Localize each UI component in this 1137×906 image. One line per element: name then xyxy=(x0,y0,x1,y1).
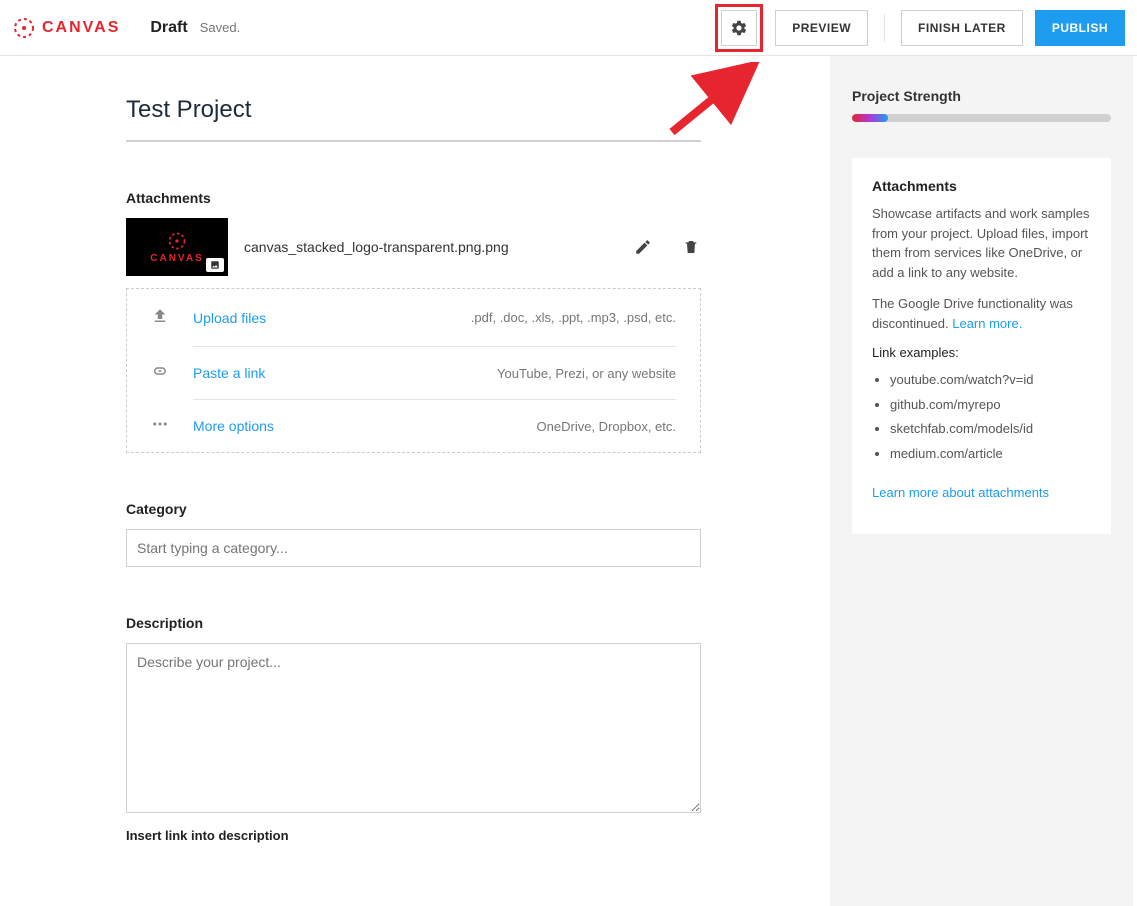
pencil-icon xyxy=(634,238,652,256)
more-options-link[interactable]: More options xyxy=(193,418,274,434)
upload-icon xyxy=(151,307,169,328)
header: CANVAS Draft Saved. PREVIEW FINISH LATER… xyxy=(0,0,1137,56)
learn-more-attachments-link[interactable]: Learn more about attachments xyxy=(872,485,1049,500)
gear-icon xyxy=(730,19,748,37)
trash-icon xyxy=(683,238,699,256)
paste-link-link[interactable]: Paste a link xyxy=(193,365,265,381)
settings-button[interactable] xyxy=(721,10,757,46)
edit-attachment-button[interactable] xyxy=(633,237,653,257)
brand-text: CANVAS xyxy=(42,19,120,37)
divider xyxy=(884,14,885,42)
description-label: Description xyxy=(126,615,830,631)
link-examples-list: youtube.com/watch?v=id github.com/myrepo… xyxy=(872,368,1091,467)
list-item: sketchfab.com/models/id xyxy=(890,417,1091,442)
list-item: github.com/myrepo xyxy=(890,393,1091,418)
insert-link-action[interactable]: Insert link into description xyxy=(126,828,830,843)
header-actions: PREVIEW FINISH LATER PUBLISH xyxy=(715,4,1125,52)
more-options-hint: OneDrive, Dropbox, etc. xyxy=(537,419,676,434)
thumb-brand-text: CANVAS xyxy=(150,253,203,264)
strength-fill xyxy=(852,114,888,122)
description-field[interactable] xyxy=(126,643,701,813)
upload-files-link[interactable]: Upload files xyxy=(193,310,266,326)
attachment-thumbnail[interactable]: CANVAS xyxy=(126,218,228,276)
brand-logo[interactable]: CANVAS xyxy=(12,16,120,40)
help-card-p2: The Google Drive functionality was disco… xyxy=(872,294,1091,333)
gdrive-learn-more-link[interactable]: Learn more. xyxy=(952,316,1022,331)
category-label: Category xyxy=(126,501,830,517)
project-title[interactable]: Test Project xyxy=(126,96,701,142)
delete-attachment-button[interactable] xyxy=(681,237,701,257)
strength-bar xyxy=(852,114,1111,122)
upload-options-box: Upload files .pdf, .doc, .xls, .ppt, .mp… xyxy=(126,288,701,453)
publish-button[interactable]: PUBLISH xyxy=(1035,10,1125,46)
upload-files-hint: .pdf, .doc, .xls, .ppt, .mp3, .psd, etc. xyxy=(471,310,676,325)
sidebar: Project Strength Attachments Showcase ar… xyxy=(830,56,1133,906)
canvas-logo-icon xyxy=(12,16,36,40)
attachment-item: CANVAS canvas_stacked_logo-transparent.p… xyxy=(126,218,701,276)
attachments-label: Attachments xyxy=(126,190,830,206)
draft-status: Draft xyxy=(150,19,187,37)
list-item: medium.com/article xyxy=(890,442,1091,467)
settings-highlight-annotation xyxy=(715,4,763,52)
canvas-logo-icon xyxy=(167,231,187,251)
project-strength-title: Project Strength xyxy=(852,88,1111,104)
more-icon xyxy=(151,415,169,436)
link-examples-label: Link examples: xyxy=(872,345,1091,360)
help-card-p1: Showcase artifacts and work samples from… xyxy=(872,204,1091,282)
list-item: youtube.com/watch?v=id xyxy=(890,368,1091,393)
main-content: Test Project Attachments CANVAS canvas_s… xyxy=(0,56,830,906)
image-badge-icon xyxy=(206,258,224,272)
help-card-title: Attachments xyxy=(872,178,1091,194)
link-icon xyxy=(151,362,169,383)
category-field[interactable] xyxy=(126,529,701,567)
preview-button[interactable]: PREVIEW xyxy=(775,10,868,46)
saved-indicator: Saved. xyxy=(200,20,240,35)
finish-later-button[interactable]: FINISH LATER xyxy=(901,10,1023,46)
attachment-filename: canvas_stacked_logo-transparent.png.png xyxy=(244,239,633,255)
attachments-help-card: Attachments Showcase artifacts and work … xyxy=(852,158,1111,534)
paste-link-hint: YouTube, Prezi, or any website xyxy=(497,366,676,381)
